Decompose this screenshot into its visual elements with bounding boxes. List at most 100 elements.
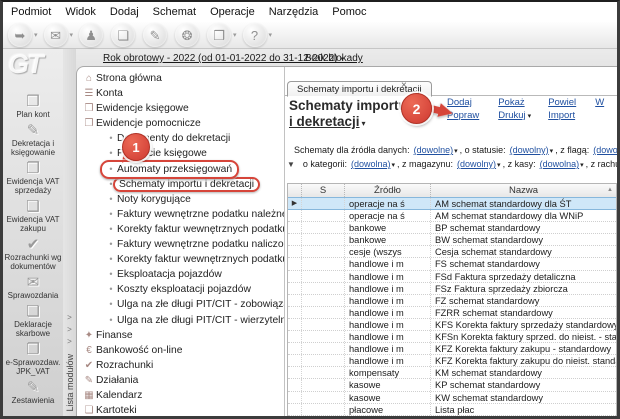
action-link[interactable]: Drukuj — [498, 110, 525, 121]
filter-segment[interactable]: , z magazynu: — [397, 159, 453, 169]
filter-segment[interactable]: Schematy dla źródła danych: — [294, 145, 410, 155]
filter-segment[interactable]: o kategorii: — [303, 159, 347, 169]
sidebar-item[interactable]: ❐ Ewidencja VAT sprzedaży — [4, 160, 62, 195]
toolbar-dropdown-icon[interactable]: ▾ — [269, 31, 273, 39]
tree-item[interactable]: • Koszty eksploatacji pojazdów — [82, 282, 284, 297]
lock-status-link[interactable]: Brak blokady — [305, 53, 363, 64]
table-row[interactable]: kasowe KP schemat standardowy — [288, 379, 616, 392]
menu-item[interactable]: Operacje — [210, 6, 255, 18]
filter-segment[interactable]: (dowolne) — [414, 145, 454, 155]
chevron-right-icon[interactable]: > — [67, 324, 72, 336]
tree-item[interactable]: ✎ Działania — [82, 373, 284, 388]
action-link[interactable]: Powiel — [548, 97, 576, 108]
table-row[interactable]: handlowe i m FSz Faktura sprzedaży zbior… — [288, 282, 616, 295]
tree-item[interactable]: • Ulga na złe długi PIT/CIT - wierzytelno… — [82, 313, 284, 328]
toolbar-dropdown-icon[interactable]: ▾ — [70, 31, 74, 39]
filter-segment[interactable]: ▼ — [287, 160, 295, 169]
menu-item[interactable]: Pomoc — [332, 6, 366, 18]
menu-item[interactable]: Schemat — [153, 6, 196, 18]
action-link[interactable]: W — [595, 97, 604, 108]
toolbar-button-icon[interactable]: ✎ — [143, 23, 168, 47]
table-row[interactable]: handlowe i m KFS Korekta faktury sprzeda… — [288, 318, 616, 332]
tree-item[interactable]: ⌂ Strona główna — [82, 71, 284, 86]
filter-segment[interactable]: (dowolna) — [351, 159, 391, 169]
filter-segment[interactable]: (dowolny) — [510, 145, 549, 155]
column-header-s[interactable]: S — [302, 184, 345, 197]
tree-item[interactable]: ✦ Finanse — [82, 328, 284, 343]
table-row[interactable]: kasowe KW schemat standardowy — [288, 391, 616, 404]
sidebar-item[interactable]: ❐ e-Sprawozdaw. JPK_VAT — [4, 341, 62, 376]
filter-segment[interactable]: ▾ — [550, 148, 554, 155]
toolbar-button-icon[interactable]: ? — [242, 23, 267, 47]
toolbar-button-icon[interactable]: ➥ — [8, 23, 32, 47]
tree-item[interactable]: • Noty korygujące — [82, 192, 284, 207]
sidebar-item[interactable]: ✔ Rozrachunki wg dokumentów — [4, 236, 62, 271]
menu-item[interactable]: Widok — [65, 6, 96, 18]
filter-segment[interactable]: , z rachunku: — [586, 159, 617, 169]
menu-item[interactable]: Podmiot — [11, 6, 51, 18]
toolbar-button-icon[interactable]: ❏ — [111, 23, 136, 47]
filter-segment[interactable]: ▾ — [497, 162, 501, 169]
filter-segment[interactable]: , z flagą: — [555, 145, 589, 155]
sidebar-item[interactable]: ❒ Plan kont — [4, 93, 62, 119]
toolbar-button-icon[interactable]: ✉ — [43, 23, 68, 47]
toolbar-button-icon[interactable]: ♟ — [79, 23, 104, 47]
tree-item[interactable]: ▦ Kalendarz — [82, 388, 284, 403]
table-row[interactable]: handlowe i m KFZ Korekta faktury zakupu … — [288, 355, 616, 368]
table-row[interactable]: kompensaty KM schemat standardowy — [288, 367, 616, 380]
tree-item[interactable]: ☰ Konta — [82, 86, 284, 101]
column-header-zrodlo[interactable]: Źródło — [345, 184, 431, 197]
table-row[interactable]: handlowe i m KFZ Korekta faktury zakupu … — [288, 343, 616, 356]
tree-item[interactable]: • Korekty faktur wewnętrznych podatku nal — [82, 252, 284, 267]
filter-segment[interactable]: (dowolna) — [593, 145, 617, 155]
chevron-right-icon[interactable]: > — [67, 312, 72, 324]
menu-item[interactable]: Narzędzia — [269, 6, 319, 18]
sidebar-item[interactable]: ❑ Ewidencja VAT zakupu — [4, 198, 62, 233]
table-row[interactable]: płacowe Lista płac — [288, 403, 616, 416]
tree-item[interactable]: • Ulga na złe długi PIT/CIT - zobowiązani… — [82, 297, 284, 312]
menu-item[interactable]: Dodaj — [110, 6, 139, 18]
sidebar-item[interactable]: ✎ Zestawienia — [4, 379, 62, 405]
column-header-selector[interactable] — [288, 184, 302, 197]
tree-item[interactable]: • Korekty faktur wewnętrznych podatku nal — [82, 222, 284, 237]
table-row[interactable]: bankowe BP schemat standardowy — [288, 222, 616, 235]
table-row[interactable]: handlowe i m FZ schemat standardowy — [288, 294, 616, 307]
sidebar-item[interactable]: ✉ Sprawozdania — [4, 274, 62, 300]
tree-item[interactable]: ❒ Ewidencje księgowe — [82, 101, 284, 116]
tree-item[interactable]: ❒ Ewidencje pomocnicze — [82, 116, 284, 131]
filter-segment[interactable]: , o statusie: — [460, 145, 506, 155]
tree-item[interactable]: ✔ Rozrachunki — [82, 358, 284, 373]
table-row[interactable]: cesje (wszys Cesja schemat standardowy — [288, 246, 616, 259]
tree-item[interactable]: € Bankowość on-line — [82, 343, 284, 358]
sidebar-item[interactable]: ❏ Deklaracje skarbowe — [4, 303, 62, 338]
table-row[interactable]: bankowe BW schemat standardowy — [288, 234, 616, 247]
tree-item[interactable]: • Faktury wewnętrzne podatku należnego — [82, 207, 284, 222]
modules-strip-label[interactable]: Lista modułów — [65, 354, 75, 412]
toolbar-button-icon[interactable]: ❂ — [175, 23, 200, 47]
toolbar-dropdown-icon[interactable]: ▾ — [233, 31, 237, 39]
toolbar-button-icon[interactable]: ❒ — [207, 23, 232, 47]
tree-item[interactable]: • Eksploatacja pojazdów — [82, 267, 284, 282]
table-row[interactable]: operacje na ś AM schemat standardowy dla… — [288, 210, 616, 223]
filter-segment[interactable]: ▾ — [391, 162, 395, 169]
action-link[interactable]: Import — [548, 110, 575, 121]
chevron-right-icon[interactable]: > — [67, 336, 72, 348]
action-link[interactable]: Pokaż — [498, 97, 524, 108]
tree-item[interactable]: • Faktury wewnętrzne podatku naliczonego — [82, 237, 284, 252]
page-title[interactable]: Schematy importu i dekretacji ▾ — [289, 98, 407, 132]
filter-segment[interactable]: ▾ — [454, 148, 458, 155]
table-row[interactable]: handlowe i m FS schemat standardowy — [288, 258, 616, 271]
table-row[interactable]: ▶ operacje na ś AM schemat standardowy d… — [288, 197, 616, 211]
filter-segment[interactable]: ▾ — [580, 162, 584, 169]
filter-segment[interactable]: (dowolny) — [457, 159, 496, 169]
tree-item[interactable]: • Dokumenty do dekretacji — [82, 131, 284, 146]
table-row[interactable]: handlowe i m FSd Faktura sprzedaży detal… — [288, 270, 616, 283]
close-icon[interactable]: × — [401, 80, 407, 91]
table-row[interactable]: handlowe i m KFSn Korekta faktury sprzed… — [288, 331, 616, 344]
table-row[interactable]: handlowe i m FZRR schemat standardowy — [288, 306, 616, 319]
tree-item[interactable]: ❏ Kartoteki — [82, 403, 284, 416]
filter-segment[interactable]: , z kasy: — [503, 159, 536, 169]
filter-segment[interactable]: (dowolna) — [540, 159, 580, 169]
sidebar-item[interactable]: ✎ Dekretacja i księgowanie — [4, 122, 62, 157]
column-header-nazwa[interactable]: Nazwa ▲ — [431, 184, 616, 197]
